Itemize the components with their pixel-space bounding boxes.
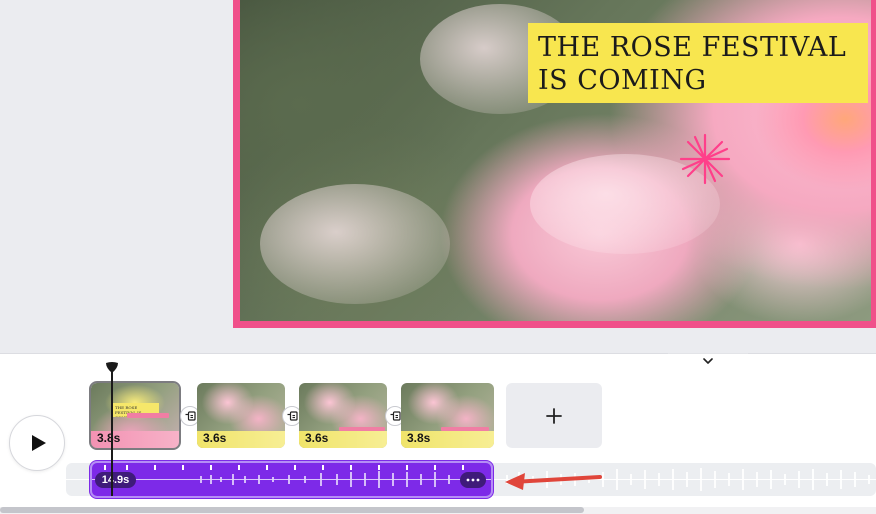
- add-page-button[interactable]: [506, 383, 602, 448]
- design-title: THE ROSE FESTIVAL IS COMING: [538, 31, 868, 97]
- audio-duration: 14.9s: [95, 472, 136, 488]
- design-page-preview[interactable]: THE ROSE FESTIVAL IS COMING: [233, 0, 876, 328]
- timeline-clip-3[interactable]: 3.6s: [299, 383, 387, 448]
- timeline-clip-2[interactable]: 3.6s: [197, 383, 285, 448]
- playhead-line[interactable]: [111, 372, 113, 496]
- selected-audio-clip[interactable]: [90, 461, 493, 498]
- design-title-line-2: IS COMING: [538, 65, 707, 96]
- timeline-clip-4[interactable]: 3.8s: [401, 383, 494, 448]
- transition-icon: [390, 411, 401, 421]
- editor-canvas: THE ROSE FESTIVAL IS COMING: [0, 0, 876, 353]
- sparkle-icon: [679, 133, 731, 185]
- more-horizontal-icon: [466, 478, 480, 482]
- play-button[interactable]: [9, 415, 65, 471]
- clip-duration: 3.8s: [407, 431, 431, 445]
- transition-icon: [287, 411, 298, 421]
- design-title-line-1: THE ROSE FESTIVAL: [538, 32, 847, 63]
- clip-duration: 3.6s: [203, 431, 227, 445]
- timeline-scrollbar-thumb[interactable]: [0, 507, 584, 513]
- play-icon: [31, 435, 46, 451]
- audio-more-options-button[interactable]: [460, 472, 486, 488]
- rose-petal-highlight: [260, 184, 450, 304]
- plus-icon: [546, 407, 562, 424]
- transition-icon: [185, 411, 196, 421]
- chevron-down-icon: [703, 358, 713, 364]
- audio-waveform: [92, 465, 491, 488]
- title-text-box[interactable]: THE ROSE FESTIVAL IS COMING: [528, 23, 868, 103]
- red-arrow-icon: [505, 473, 602, 490]
- collapse-timeline-button[interactable]: [668, 353, 748, 367]
- selected-clip-outline: [89, 381, 181, 450]
- clip-duration: 3.6s: [305, 431, 329, 445]
